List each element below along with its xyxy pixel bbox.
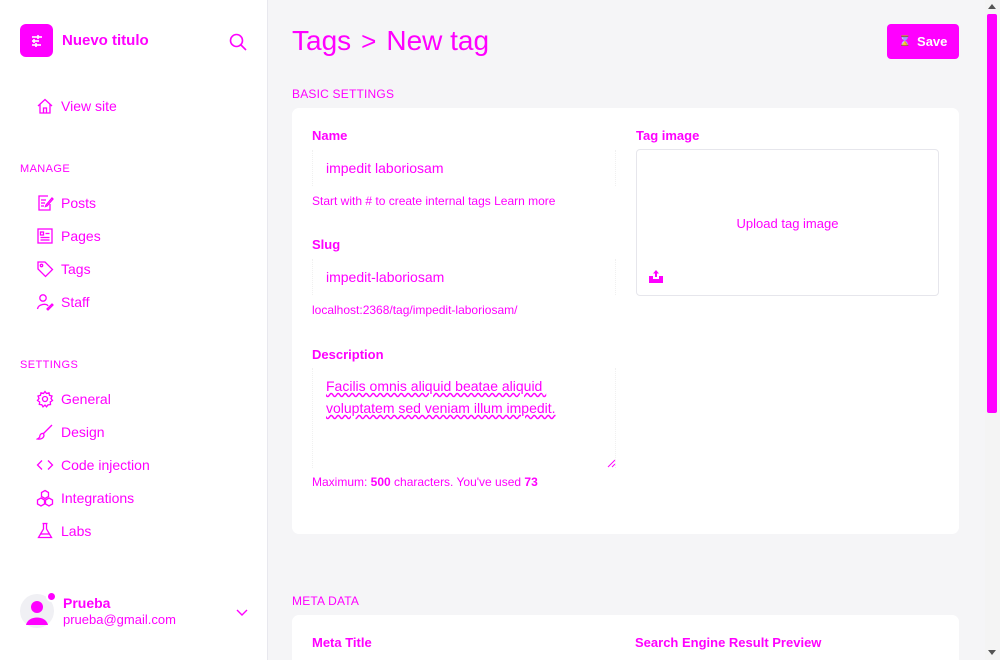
serp-preview-label: Search Engine Result Preview	[635, 635, 822, 650]
meta-data-card: Meta Title Search Engine Result Preview	[292, 615, 959, 660]
list-icon	[20, 24, 53, 57]
upload-label: Upload tag image	[736, 216, 839, 231]
spinner-icon: ⌛	[898, 36, 912, 47]
tag-image-label: Tag image	[636, 128, 700, 143]
avatar	[20, 591, 57, 628]
nav-general-label: General	[61, 391, 111, 407]
upload-icon	[649, 270, 663, 283]
brand-title: Nuevo titulo	[62, 32, 149, 49]
staff-icon	[36, 294, 54, 311]
home-icon	[37, 98, 53, 114]
scroll-up-arrow[interactable]	[988, 4, 996, 9]
search-icon[interactable]	[228, 32, 248, 52]
code-icon	[36, 460, 54, 470]
nav-integrations-label: Integrations	[61, 490, 135, 506]
nav-general[interactable]: General	[36, 388, 111, 410]
nav-code-injection-label: Code injection	[61, 457, 150, 473]
description-textarea[interactable]: Facilis omnis aliquid beatae aliquid vol…	[312, 368, 616, 468]
nav-tags-label: Tags	[61, 261, 91, 277]
save-button-label: Save	[917, 34, 948, 49]
name-hint: Start with # to create internal tags Lea…	[312, 194, 556, 208]
basic-settings-label: BASIC SETTINGS	[292, 87, 395, 101]
char-used: 73	[524, 475, 538, 489]
nav-staff[interactable]: Staff	[36, 291, 90, 313]
posts-icon	[38, 195, 54, 211]
slug-label: Slug	[312, 237, 341, 252]
name-label: Name	[312, 128, 348, 143]
manage-section-label: MANAGE	[20, 163, 71, 175]
char-count-mid: characters. You've used	[390, 475, 525, 489]
char-count-prefix: Maximum:	[312, 475, 371, 489]
brush-icon	[36, 424, 53, 440]
settings-section-label: SETTINGS	[20, 359, 79, 371]
nav-design-label: Design	[61, 424, 105, 440]
resize-grip-icon[interactable]	[606, 458, 616, 468]
breadcrumb-separator: >	[361, 25, 377, 56]
save-button[interactable]: ⌛ Save	[887, 24, 959, 59]
scroll-thumb[interactable]	[987, 14, 997, 413]
pages-icon	[37, 228, 53, 244]
main-content: Tags > New tag ⌛ Save BASIC SETTINGS Nam…	[269, 0, 985, 660]
name-input[interactable]	[312, 150, 616, 186]
breadcrumb-current: New tag	[386, 25, 490, 56]
flask-icon	[37, 522, 53, 539]
meta-title-label: Meta Title	[312, 635, 372, 650]
nav-labs-label: Labs	[61, 523, 92, 539]
status-dot	[46, 591, 57, 602]
nav-view-site[interactable]: View site	[36, 95, 117, 117]
char-count-hint: Maximum: 500 characters. You've used 73	[312, 475, 538, 489]
nav-labs[interactable]: Labs	[36, 520, 91, 542]
chevron-down-icon[interactable]	[234, 604, 250, 620]
basic-settings-card: Name Start with # to create internal tag…	[292, 108, 959, 534]
breadcrumb-parent[interactable]: Tags	[292, 25, 351, 57]
nav-code-injection[interactable]: Code injection	[36, 454, 150, 476]
nav-pages-label: Pages	[61, 228, 101, 244]
user-name: Prueba	[63, 595, 111, 611]
scroll-down-arrow[interactable]	[988, 650, 996, 655]
gear-icon	[36, 390, 54, 408]
nav-view-site-label: View site	[61, 98, 117, 114]
nav-staff-label: Staff	[61, 294, 90, 310]
slug-input[interactable]	[312, 259, 616, 295]
nav-tags[interactable]: Tags	[36, 258, 91, 280]
scrollbar[interactable]	[985, 0, 1000, 660]
description-label: Description	[312, 347, 384, 362]
user-menu[interactable]: Prueba prueba@gmail.com	[20, 591, 250, 630]
tag-icon	[37, 261, 54, 278]
nav-posts-label: Posts	[61, 195, 97, 211]
nav-pages[interactable]: Pages	[36, 225, 101, 247]
brand[interactable]: Nuevo titulo	[20, 24, 149, 57]
char-max: 500	[370, 475, 391, 489]
page-title: Tags > New tag	[292, 25, 489, 57]
user-email: prueba@gmail.com	[63, 612, 176, 627]
sidebar: Nuevo titulo View site MANAGE Posts Page…	[0, 0, 268, 660]
nav-integrations[interactable]: Integrations	[36, 487, 134, 509]
slug-url: localhost:2368/tag/impedit-laboriosam/	[312, 303, 518, 317]
meta-data-label: META DATA	[292, 594, 360, 608]
tag-image-upload[interactable]: Upload tag image	[636, 149, 939, 296]
nav-posts[interactable]: Posts	[36, 192, 96, 214]
nav-design[interactable]: Design	[36, 421, 105, 443]
integrations-icon	[36, 489, 54, 507]
